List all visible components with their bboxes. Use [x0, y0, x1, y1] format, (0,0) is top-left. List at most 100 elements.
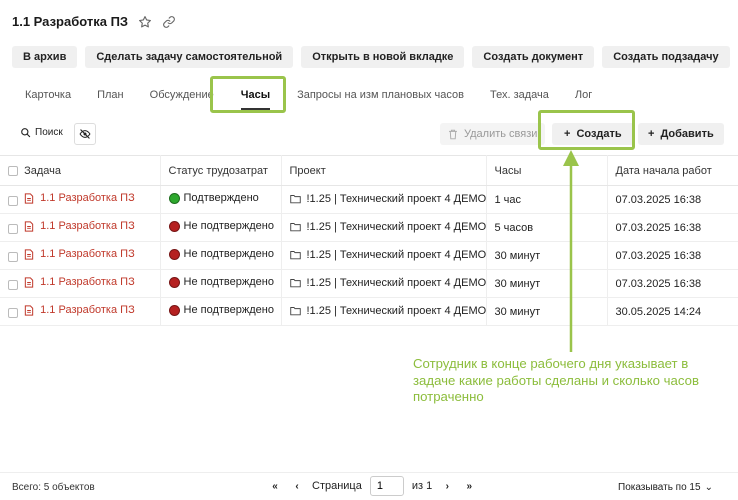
row-checkbox[interactable]	[8, 223, 18, 234]
cell-task: 1.1 Разработка ПЗ	[0, 213, 161, 242]
document-icon	[24, 249, 34, 260]
cell-status: Не подтверждено	[160, 241, 282, 270]
hours-table: Задача Статус трудозатрат Проект Часы Да…	[0, 155, 738, 326]
create-subtask-button[interactable]: Создать подзадачу	[602, 46, 730, 68]
title-row: 1.1 Разработка ПЗ	[12, 14, 176, 29]
column-header-project[interactable]: Проект	[281, 155, 487, 186]
tab-log[interactable]: Лог	[562, 84, 605, 106]
tab-card[interactable]: Карточка	[12, 84, 84, 106]
create-button-highlight	[538, 110, 635, 150]
cell-project: !1.25 | Технический проект 4 ДЕМО	[281, 185, 487, 214]
task-link[interactable]: 1.1 Разработка ПЗ	[24, 248, 135, 260]
tab-change-requests[interactable]: Запросы на изм плановых часов	[284, 84, 477, 106]
column-header-start-date[interactable]: Дата начала работ	[607, 155, 738, 186]
cell-hours: 30 минут	[486, 269, 608, 298]
cell-hours: 5 часов	[486, 213, 608, 242]
cell-hours: 1 час	[486, 185, 608, 214]
create-document-button[interactable]: Создать документ	[472, 46, 595, 68]
table-row[interactable]: 1.1 Разработка ПЗ Не подтверждено !1.25 | …	[0, 297, 738, 326]
table-header-row: Задача Статус трудозатрат Проект Часы Да…	[0, 155, 738, 186]
table-row[interactable]: 1.1 Разработка ПЗ Не подтверждено !1.25 | …	[0, 241, 738, 270]
page-number-input[interactable]	[369, 476, 404, 496]
cell-hours: 30 минут	[486, 241, 608, 270]
cell-hours: 30 минут	[486, 297, 608, 326]
search-icon	[21, 128, 31, 138]
row-checkbox[interactable]	[8, 279, 18, 290]
row-checkbox[interactable]	[8, 195, 18, 206]
last-page-icon[interactable]: »	[462, 481, 476, 492]
pagination-footer: Всего: 5 объектов « ‹ Страница из 1 › » …	[0, 472, 738, 500]
cell-project: !1.25 | Технический проект 4 ДЕМО	[281, 241, 487, 270]
tab-tech-task[interactable]: Тех. задача	[477, 84, 562, 106]
table-row[interactable]: 1.1 Разработка ПЗ Подтверждено !1.25 | Тех…	[0, 185, 738, 214]
add-label: Добавить	[660, 128, 714, 140]
archive-button[interactable]: В архив	[12, 46, 78, 68]
trash-icon	[449, 129, 457, 139]
hours-tab-highlight	[210, 76, 286, 113]
eye-off-icon	[79, 129, 91, 139]
search-label: Поиск	[35, 127, 63, 138]
cell-project: !1.25 | Технический проект 4 ДЕМО	[281, 297, 487, 326]
cell-start-date: 07.03.2025 16:38	[607, 241, 738, 270]
select-all-checkbox[interactable]	[8, 165, 18, 176]
page-title: 1.1 Разработка ПЗ	[12, 14, 129, 29]
page-label: Страница	[312, 480, 362, 492]
task-link[interactable]: 1.1 Разработка ПЗ	[24, 304, 135, 316]
cell-project: !1.25 | Технический проект 4 ДЕМО	[281, 269, 487, 298]
cell-project: !1.25 | Технический проект 4 ДЕМО	[281, 213, 487, 242]
next-page-icon[interactable]: ›	[440, 481, 454, 492]
remove-links-label: Удалить связи	[464, 128, 538, 140]
table-row[interactable]: 1.1 Разработка ПЗ Не подтверждено !1.25 | …	[0, 213, 738, 242]
task-link[interactable]: 1.1 Разработка ПЗ	[24, 192, 135, 204]
folder-icon	[289, 222, 301, 231]
cell-task: 1.1 Разработка ПЗ	[0, 269, 161, 298]
remove-links-button[interactable]: Удалить связи	[440, 123, 546, 145]
cell-status: Не подтверждено	[160, 213, 282, 242]
page-size-label: Показывать по 15	[618, 482, 701, 493]
row-checkbox[interactable]	[8, 251, 18, 262]
cell-start-date: 07.03.2025 16:38	[607, 213, 738, 242]
document-icon	[24, 193, 34, 204]
column-header-hours[interactable]: Часы	[486, 155, 608, 186]
table-row[interactable]: 1.1 Разработка ПЗ Не подтверждено !1.25 | …	[0, 269, 738, 298]
document-icon	[24, 277, 34, 288]
first-page-icon[interactable]: «	[268, 481, 282, 492]
document-icon	[24, 305, 34, 316]
cell-start-date: 07.03.2025 16:38	[607, 269, 738, 298]
folder-icon	[289, 194, 301, 203]
cell-start-date: 30.05.2025 14:24	[607, 297, 738, 326]
status-dot	[168, 220, 180, 232]
visibility-toggle-button[interactable]	[74, 123, 96, 145]
folder-icon	[289, 278, 301, 287]
add-button[interactable]: + Добавить	[638, 123, 724, 145]
tab-bar: Карточка План Обсуждение Часы Запросы на…	[12, 84, 605, 110]
open-new-tab-button[interactable]: Открыть в новой вкладке	[301, 46, 465, 68]
status-dot	[168, 276, 180, 288]
page-size-select[interactable]: Показывать по 15 ⌄	[618, 482, 713, 493]
cell-task: 1.1 Разработка ПЗ	[0, 297, 161, 326]
document-icon	[24, 221, 34, 232]
page-of-label: из 1	[411, 480, 433, 492]
plus-icon: +	[648, 128, 655, 140]
folder-icon	[289, 306, 301, 315]
status-dot	[168, 304, 180, 316]
cell-task: 1.1 Разработка ПЗ	[0, 241, 161, 270]
search-button[interactable]: Поиск	[20, 127, 63, 138]
folder-icon	[289, 250, 301, 259]
task-link[interactable]: 1.1 Разработка ПЗ	[24, 276, 135, 288]
chevron-down-icon: ⌄	[704, 482, 713, 493]
make-independent-button[interactable]: Сделать задачу самостоятельной	[85, 46, 294, 68]
status-dot	[168, 248, 180, 260]
prev-page-icon[interactable]: ‹	[290, 481, 304, 492]
column-header-task[interactable]: Задача	[0, 155, 161, 186]
row-checkbox[interactable]	[8, 307, 18, 318]
pager: « ‹ Страница из 1 › »	[268, 476, 476, 496]
column-header-status[interactable]: Статус трудозатрат	[160, 155, 282, 186]
action-bar: В архив Сделать задачу самостоятельной О…	[12, 46, 730, 68]
link-icon[interactable]	[162, 15, 176, 29]
task-link[interactable]: 1.1 Разработка ПЗ	[24, 220, 135, 232]
star-icon[interactable]	[138, 15, 152, 29]
tab-plan[interactable]: План	[84, 84, 137, 106]
cell-status: Не подтверждено	[160, 297, 282, 326]
cell-start-date: 07.03.2025 16:38	[607, 185, 738, 214]
